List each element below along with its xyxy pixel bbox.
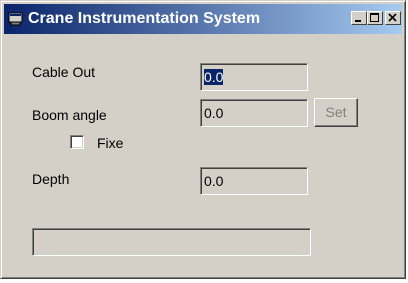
depth-value: 0.0 [204,173,224,189]
cable-out-field[interactable]: 0.0 [200,63,308,91]
title-bar[interactable]: Crane Instrumentation System [4,4,402,34]
boom-angle-label: Boom angle [32,107,107,123]
maximize-button[interactable] [367,11,383,25]
depth-label: Depth [32,171,70,187]
depth-field[interactable]: 0.0 [200,167,308,195]
crane-app-icon[interactable] [8,12,24,26]
status-bar [32,228,311,256]
boom-angle-field[interactable]: 0.0 [200,99,308,127]
close-icon [388,13,397,22]
fixed-checkbox[interactable] [70,135,84,149]
fixed-checkbox-label: Fixe [97,135,124,151]
close-button[interactable] [385,11,401,25]
cable-out-value: 0.0 [204,69,224,85]
maximize-icon [370,13,379,22]
cable-out-label: Cable Out [32,64,96,80]
minimize-button[interactable] [351,11,367,25]
set-button[interactable]: Set [314,98,358,127]
app-window: Crane Instrumentation System Cable Out 0… [0,0,406,279]
window-title: Crane Instrumentation System [28,10,261,27]
minimize-icon [355,20,361,22]
boom-angle-value: 0.0 [204,105,224,121]
